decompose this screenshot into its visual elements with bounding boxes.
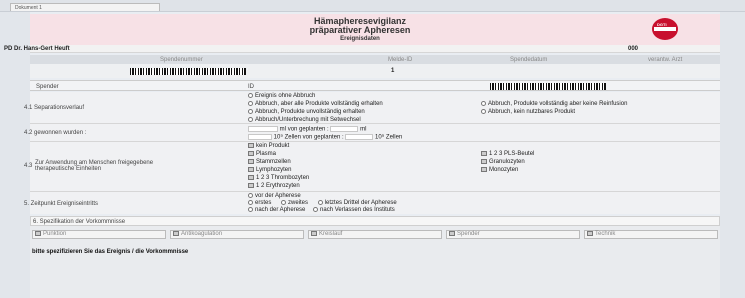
tab-kreislauf[interactable]: Kreislauf <box>308 230 442 239</box>
checkbox-thrombozyten[interactable] <box>248 175 254 180</box>
item-erythrozyten[interactable]: 1 2 Erythrozyten <box>248 183 300 189</box>
doctor-row: PD Dr. Hans-Gert Heuft 000 <box>4 45 720 53</box>
item-pls-beutel[interactable]: 1 2 3 PLS-Beutel <box>481 151 534 157</box>
radio-ohne-abbruch[interactable] <box>248 93 253 98</box>
checkbox-kreislauf[interactable] <box>311 231 317 236</box>
radio-setwechsel[interactable] <box>248 117 253 122</box>
document-tab-label: Dokument 1 <box>15 5 42 11</box>
col-spendenummer: Spendenummer <box>160 57 203 63</box>
section-4-3-num: 4.3 <box>24 163 33 169</box>
spendenummer-barcode <box>130 68 246 75</box>
spec-prompt: bitte spezifizieren Sie das Ereignis / d… <box>32 249 189 255</box>
spender-label: Spender <box>36 84 59 90</box>
section-5-label: 5. Zeitpunkt Ereigniseintritts <box>24 201 99 207</box>
left-gutter <box>0 12 30 298</box>
section-5: 5. Zeitpunkt Ereigniseintritts vor der A… <box>24 192 720 215</box>
dgti-logo-text: DGTI <box>657 22 667 27</box>
doctor-name: PD Dr. Hans-Gert Heuft <box>4 46 70 52</box>
checkbox-spender[interactable] <box>449 231 455 236</box>
option-unvollstaendig[interactable]: Abbruch, Produkte unvollständig erhalten <box>248 109 365 115</box>
tab-punktion[interactable]: Punktion <box>32 230 166 239</box>
radio-kein-produkt[interactable] <box>481 109 486 114</box>
top-strip: Dokument 1 <box>0 0 745 12</box>
radio-unvollstaendig[interactable] <box>248 109 253 114</box>
section-6-label: 6. Spezifikation der Vorkommnisse <box>33 219 126 225</box>
option-kein-produkt[interactable]: Abbruch, kein nutzbares Produkt <box>481 109 575 115</box>
radio-nach-verlassen[interactable] <box>313 207 319 212</box>
radio-zweites[interactable] <box>281 200 287 205</box>
radio-letztes[interactable] <box>317 200 323 205</box>
option-alle-produkte[interactable]: Abbruch, aber alle Produkte vollständig … <box>248 101 383 107</box>
section-4-2: 4.2 gewonnen wurden : ml von geplanten :… <box>24 124 720 142</box>
document-tab[interactable]: Dokument 1 <box>10 3 160 11</box>
radio-nach-apherese[interactable] <box>248 207 253 212</box>
spender-row: Spender ID <box>30 80 720 91</box>
checkbox-erythrozyten[interactable] <box>248 183 254 188</box>
item-plasma[interactable]: Plasma <box>248 151 276 157</box>
item-monozyten[interactable]: Monozyten <box>481 167 518 173</box>
item-thrombozyten[interactable]: 1 2 3 Thrombozyten <box>248 175 309 181</box>
col-arzt: verantw. Arzt <box>648 57 683 63</box>
section-4-1-label: 4.1 Separationsverlauf <box>24 105 85 111</box>
tab-spender[interactable]: Spender <box>446 230 580 239</box>
checkbox-lymphozyten[interactable] <box>248 167 254 172</box>
dgti-logo-band <box>654 27 676 31</box>
checkbox-stammzellen[interactable] <box>248 159 254 164</box>
form-header: Hämapheresevigilanz präparativer Apheres… <box>30 14 720 45</box>
header-subtitle: Ereignisdaten <box>340 36 380 42</box>
volume-input[interactable] <box>248 126 278 132</box>
volume-line: ml von geplanten : ml <box>248 126 366 133</box>
right-gutter <box>720 12 745 298</box>
checkbox-pls-beutel[interactable] <box>481 151 487 156</box>
item-stammzellen[interactable]: Stammzellen <box>248 159 291 165</box>
radio-alle-produkte[interactable] <box>248 101 253 106</box>
melde-id-value: 1 <box>391 68 395 74</box>
meta-header: Spendenummer Melde-ID Spendedatum verant… <box>30 55 720 64</box>
option-ohne-abbruch[interactable]: Ereignis ohne Abbruch <box>248 93 315 99</box>
checkbox-kein-produkt[interactable] <box>248 143 254 148</box>
tab-antikoagulation[interactable]: Antikoagulation <box>170 230 304 239</box>
section-4-2-label: 4.2 gewonnen wurden : <box>24 130 87 136</box>
cells-input[interactable] <box>248 134 272 140</box>
checkbox-monozyten[interactable] <box>481 167 487 172</box>
checkbox-granulozyten[interactable] <box>481 159 487 164</box>
col-melde-id: Melde-ID <box>388 57 413 63</box>
section-6-header: 6. Spezifikation der Vorkommnisse <box>30 216 720 226</box>
checkbox-plasma[interactable] <box>248 151 254 156</box>
option-setwechsel[interactable]: Abbruch/Unterbrechung mit Setwechsel <box>248 117 361 123</box>
dgti-logo: DGTI <box>652 18 678 40</box>
checkbox-technik[interactable] <box>587 231 593 236</box>
header-title-line2: präparativer Apheresen <box>309 25 411 35</box>
option-nach-line: nach der Apherese nach Verlassen des Ins… <box>248 207 395 213</box>
radio-keine-reinfusion[interactable] <box>481 101 486 106</box>
cells-line: 10⁹ Zellen von geplanten : 10⁹ Zellen <box>248 134 402 141</box>
doctor-code: 000 <box>628 46 639 52</box>
item-lymphozyten[interactable]: Lymphozyten <box>248 167 291 173</box>
checkbox-antikoagulation[interactable] <box>173 231 179 236</box>
section-4-3: 4.3 Zur Anwendung am Menschen freigegebe… <box>24 142 720 192</box>
spender-id-label: ID <box>248 84 254 90</box>
meta-values: 1 <box>30 64 720 78</box>
volume-planned-input[interactable] <box>330 126 359 132</box>
radio-erstes[interactable] <box>248 200 253 205</box>
option-keine-reinfusion[interactable]: Abbruch, Produkte vollständig aber keine… <box>481 101 627 107</box>
radio-vor-apherese[interactable] <box>248 193 253 198</box>
option-drittel-line: erstes zweites letztes Drittel der Apher… <box>248 200 397 206</box>
checkbox-punktion[interactable] <box>35 231 41 236</box>
spec-tabs: Punktion Antikoagulation Kreislauf Spend… <box>30 230 720 239</box>
tab-technik[interactable]: Technik <box>584 230 718 239</box>
col-spendedatum: Spendedatum <box>510 57 548 63</box>
spender-id-barcode <box>490 83 606 90</box>
section-4-1: 4.1 Separationsverlauf Ereignis ohne Abb… <box>24 92 720 124</box>
option-vor-apherese[interactable]: vor der Apherese <box>248 193 301 199</box>
section-4-3-label-2: therapeutische Einheiten <box>35 166 102 172</box>
item-kein-produkt[interactable]: kein Produkt <box>248 143 289 149</box>
item-granulozyten[interactable]: Granulozyten <box>481 159 525 165</box>
cells-planned-input[interactable] <box>345 134 374 140</box>
